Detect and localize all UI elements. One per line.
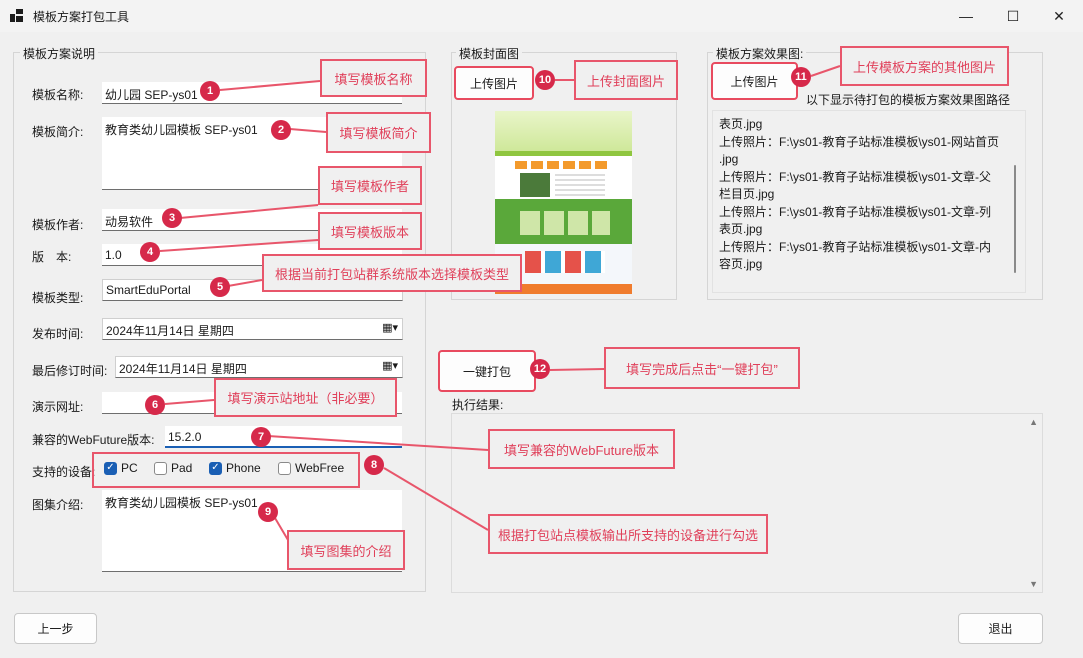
annotation-note: 填写完成后点击“一键打包” <box>604 347 800 389</box>
annotation-note: 上传封面图片 <box>574 60 678 100</box>
annotation-badge: 2 <box>271 120 291 140</box>
annotation-badge: 11 <box>791 67 811 87</box>
annotation-badge: 5 <box>210 277 230 297</box>
annotation-note: 根据打包站点模板输出所支持的设备进行勾选 <box>488 514 768 554</box>
annotation-note: 填写模板作者 <box>318 166 422 205</box>
annotation-note: 上传模板方案的其他图片 <box>840 46 1009 86</box>
annotation-badge: 9 <box>258 502 278 522</box>
annotation-note: 根据当前打包站群系统版本选择模板类型 <box>262 254 522 292</box>
annotation-badge: 1 <box>200 81 220 101</box>
annotation-note: 填写演示站地址（非必要） <box>214 378 397 417</box>
annotation-note: 填写模板名称 <box>320 59 427 97</box>
annotation-note: 填写模板版本 <box>318 212 422 250</box>
annotation-badge: 4 <box>140 242 160 262</box>
annotation-badge: 10 <box>535 70 555 90</box>
annotation-note: 填写兼容的WebFuture版本 <box>488 429 675 469</box>
annotation-note: 填写图集的介绍 <box>287 530 405 570</box>
annotation-badge: 12 <box>530 359 550 379</box>
annotation-connector-lines <box>159 65 841 541</box>
annotation-badge: 8 <box>364 455 384 475</box>
annotation-badge: 7 <box>251 427 271 447</box>
annotation-badge: 3 <box>162 208 182 228</box>
annotation-note: 填写模板简介 <box>326 112 431 153</box>
annotation-badge: 6 <box>145 395 165 415</box>
